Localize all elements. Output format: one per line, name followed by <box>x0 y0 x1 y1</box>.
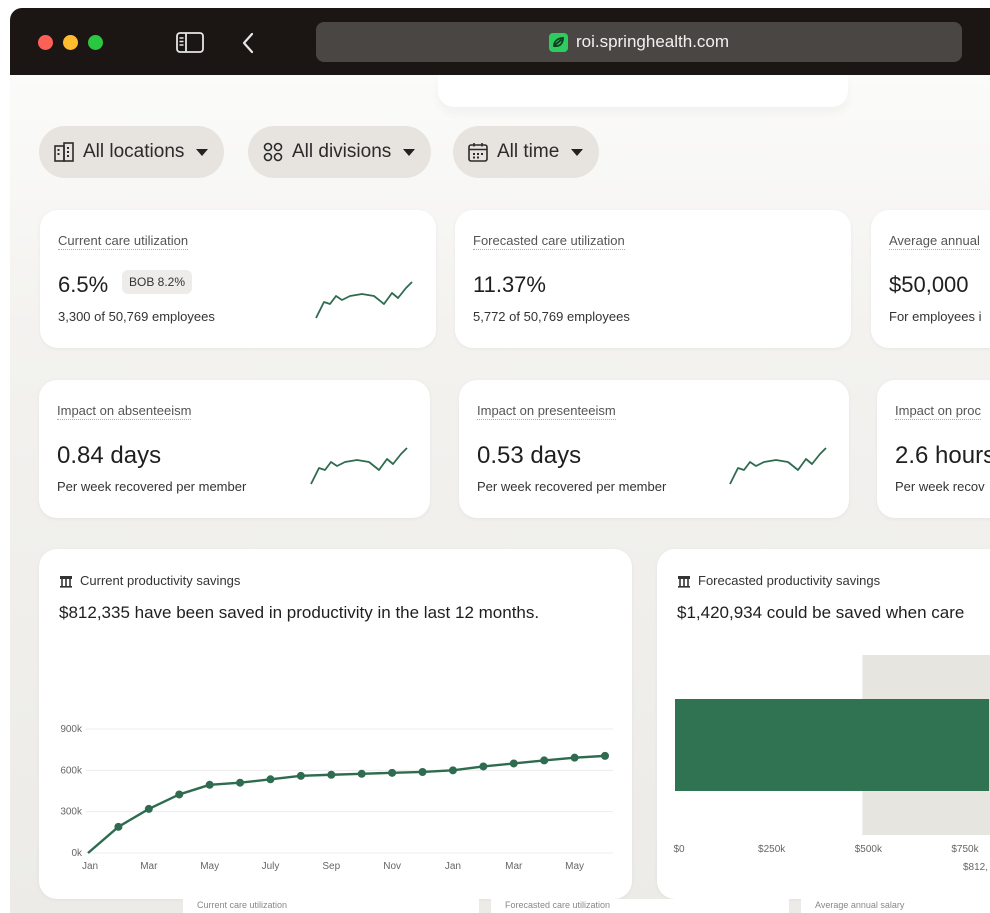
maximize-window-button[interactable] <box>88 35 103 50</box>
x-tick-label: Mar <box>505 861 523 872</box>
x-tick-label: Jan <box>82 861 98 872</box>
data-point <box>570 753 579 762</box>
locations-filter-label: All locations <box>83 141 185 162</box>
sparkline <box>315 281 413 319</box>
metric-label: Impact on absenteeism <box>57 403 192 420</box>
x-tick-label: $0 <box>673 844 685 855</box>
divisions-filter[interactable]: All divisions <box>248 126 432 178</box>
metric-label: Impact on presenteeism <box>477 403 616 420</box>
data-point <box>509 759 518 768</box>
header-panel-edge <box>438 75 848 107</box>
x-tick-label: July <box>262 861 280 872</box>
divisions-filter-label: All divisions <box>292 141 392 162</box>
time-filter-label: All time <box>497 141 560 162</box>
back-arrow-icon[interactable] <box>240 31 256 55</box>
x-tick-label: $500k <box>855 844 883 855</box>
bottom-tab[interactable]: Current care utilization <box>183 899 479 913</box>
bottom-tab[interactable]: Forecasted care utilization <box>491 899 789 913</box>
data-point <box>479 762 488 771</box>
x-tick-label: Jan <box>445 861 461 872</box>
sparkline <box>729 447 827 485</box>
data-point <box>114 822 123 831</box>
bar-value-label: $812, <box>963 862 988 873</box>
caret-down-icon <box>196 148 209 156</box>
metric-label: Impact on proc <box>895 403 981 420</box>
browser-window: roi.springhealth.com All locations All d… <box>10 8 990 913</box>
metric-label: Current care utilization <box>58 233 189 250</box>
data-point <box>236 778 245 787</box>
absenteeism-card[interactable]: Impact on absenteeism 0.84 days Per week… <box>39 380 430 518</box>
current-savings-card: Current productivity savings $812,335 ha… <box>39 549 632 899</box>
data-point <box>205 780 214 789</box>
forecast-savings-card: Forecasted productivity savings $1,420,9… <box>657 549 990 899</box>
metric-value: $50,000 <box>889 272 969 297</box>
caret-down-icon <box>403 148 416 156</box>
savings-line-chart: 0k 300k 600k 900k Jan Mar May July Sep Nov Jan Mar M… <box>60 724 613 872</box>
metric-subtext: Per week recovered per member <box>57 479 247 494</box>
metric-label: Forecasted care utilization <box>473 233 625 250</box>
sparkline <box>310 447 408 485</box>
metric-value: 11.37% <box>473 272 546 297</box>
forecasted-utilization-card[interactable]: Forecasted care utilization 11.37% 5,772… <box>455 210 851 348</box>
data-point <box>175 790 184 799</box>
dashboard: All locations All divisions All time Cur… <box>10 75 990 913</box>
data-point <box>601 751 609 760</box>
metric-subtext: Per week recovered per member <box>477 479 667 494</box>
x-tick-label: $250k <box>758 844 786 855</box>
bob-badge: BOB 8.2% <box>122 270 193 294</box>
average-annual-card[interactable]: Average annual $50,000 For employees i <box>871 210 990 348</box>
x-tick-label: $750k <box>951 844 979 855</box>
caret-down-icon <box>571 148 584 156</box>
x-tick-label: May <box>200 861 219 872</box>
metric-subtext: 3,300 of 50,769 employees <box>58 309 215 324</box>
metric-value: 0.84 days <box>57 442 162 469</box>
metric-subtext: Per week recov <box>895 479 985 494</box>
y-tick-label: 0k <box>71 848 83 859</box>
x-tick-label: May <box>565 861 584 872</box>
x-tick-label: Nov <box>383 861 401 872</box>
building-icon <box>54 142 74 162</box>
minimize-window-button[interactable] <box>63 35 78 50</box>
x-tick-label: Mar <box>140 861 158 872</box>
data-point <box>296 771 305 780</box>
presenteeism-card[interactable]: Impact on presenteeism 0.53 days Per wee… <box>459 380 849 518</box>
data-point <box>540 756 549 765</box>
savings-bar-chart: $0 $250k $500k $750k $812, <box>673 655 990 873</box>
metric-value: 0.53 days <box>477 442 582 469</box>
y-tick-label: 300k <box>60 807 83 818</box>
data-point <box>266 775 275 784</box>
data-point <box>357 769 366 778</box>
data-point <box>388 768 397 777</box>
address-bar[interactable]: roi.springhealth.com <box>316 22 962 62</box>
data-point <box>144 804 153 813</box>
metric-subtext: For employees i <box>889 309 982 324</box>
metric-value: 6.5% <box>58 272 109 297</box>
url-text: roi.springhealth.com <box>575 32 730 51</box>
productivity-impact-card[interactable]: Impact on proc 2.6 hours Per week recov <box>877 380 990 518</box>
bar <box>675 699 990 791</box>
x-tick-label: Sep <box>322 861 340 872</box>
data-point <box>448 766 457 775</box>
metric-value: 2.6 hours <box>895 442 990 469</box>
bottom-tab[interactable]: Average annual salary <box>801 899 990 913</box>
close-window-button[interactable] <box>38 35 53 50</box>
spring-health-logo-icon <box>548 32 568 52</box>
data-point <box>418 767 427 776</box>
data-point <box>327 770 336 779</box>
sidebar-toggle-icon[interactable] <box>176 32 204 53</box>
metric-label: Average annual <box>889 233 980 250</box>
metric-subtext: 5,772 of 50,769 employees <box>473 309 630 324</box>
browser-titlebar: roi.springhealth.com <box>10 8 990 75</box>
current-utilization-card[interactable]: Current care utilization 6.5% BOB 8.2% 3… <box>40 210 436 348</box>
time-filter[interactable]: All time <box>453 126 600 178</box>
y-tick-label: 600k <box>60 765 83 776</box>
y-tick-label: 900k <box>60 724 83 735</box>
calendar-icon <box>468 143 488 162</box>
locations-filter[interactable]: All locations <box>39 126 225 178</box>
org-chart-icon <box>263 142 283 162</box>
